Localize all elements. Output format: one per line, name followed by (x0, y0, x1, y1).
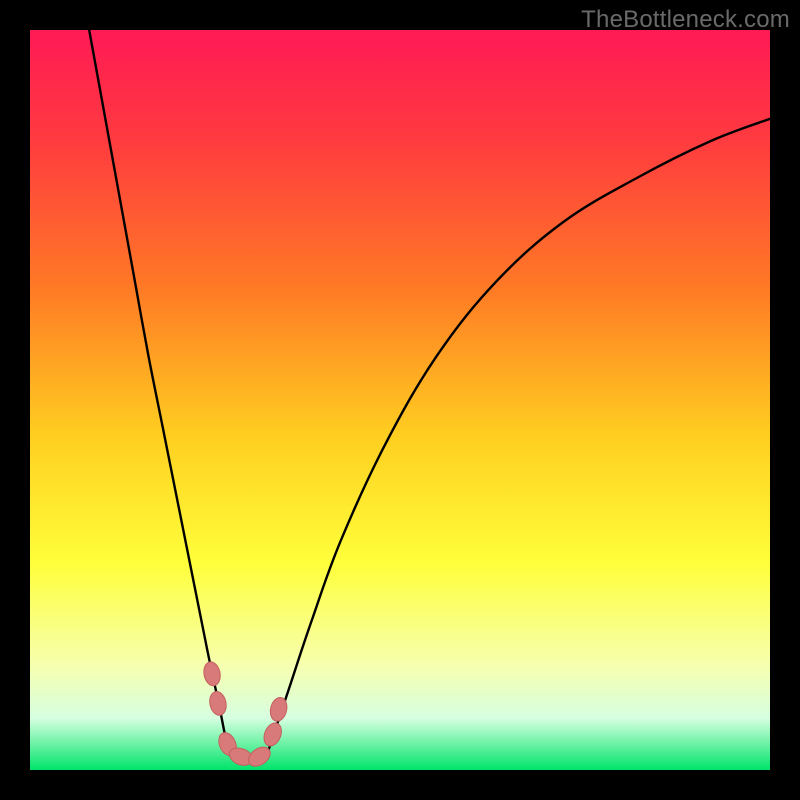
chart-frame: TheBottleneck.com (0, 0, 800, 800)
plot-area (30, 30, 770, 770)
chart-svg (30, 30, 770, 770)
gradient-background (30, 30, 770, 770)
